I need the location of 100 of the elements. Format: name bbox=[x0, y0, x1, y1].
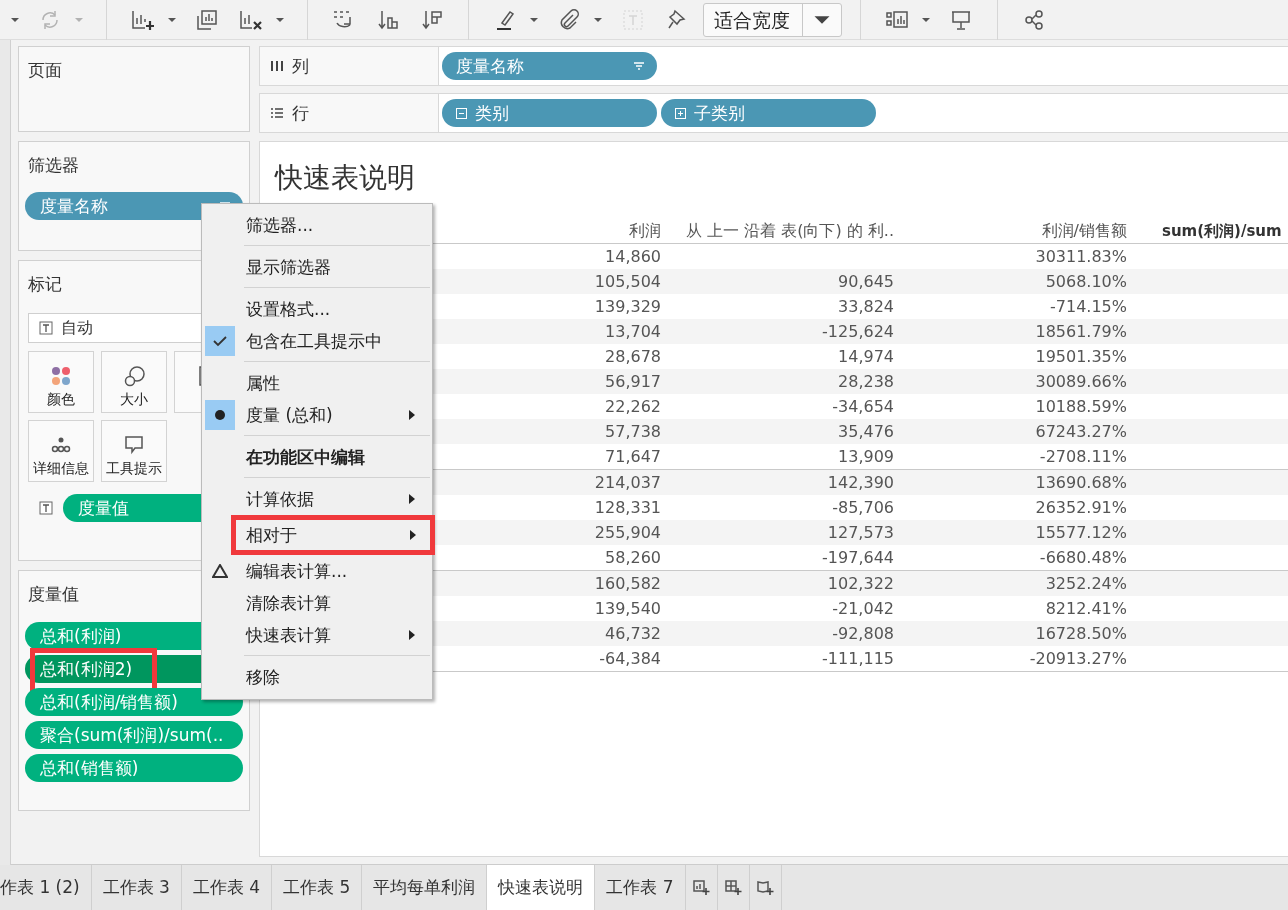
table-cell-text: -92,808 bbox=[831, 624, 894, 643]
table-cell-text: -20913.27% bbox=[1028, 649, 1127, 668]
bar-chart-plus-icon bbox=[131, 8, 155, 31]
pill-label: 度量值 bbox=[78, 496, 130, 520]
table-cell-text: 18561.79% bbox=[1034, 322, 1127, 341]
table-cell-text: 8212.41% bbox=[1044, 599, 1127, 618]
sheet-tab[interactable]: 作表 1 (2) bbox=[0, 865, 92, 910]
table-cell-text: 13690.68% bbox=[1034, 473, 1127, 492]
pill-label: 度量名称 bbox=[40, 194, 109, 218]
table-cell-text: 214,037 bbox=[593, 473, 661, 492]
menu-item[interactable]: 相对于 bbox=[231, 515, 435, 555]
table-cell-text: -6680.48% bbox=[1038, 548, 1127, 567]
table-cell-text: -125,624 bbox=[821, 322, 894, 341]
table-cell-text: 13,704 bbox=[604, 322, 661, 341]
dropdown-value: 适合宽度 bbox=[704, 3, 803, 36]
sort-icon bbox=[633, 61, 645, 71]
table-cell-text: 14,974 bbox=[837, 347, 894, 366]
table-cell-text: 30311.83% bbox=[1034, 247, 1127, 266]
new-dashboard-icon bbox=[724, 879, 742, 896]
presentation-icon bbox=[950, 8, 972, 31]
table-cell-text: 57,738 bbox=[604, 422, 661, 441]
table-cell-text: 71,647 bbox=[604, 447, 661, 466]
triangle-icon bbox=[212, 564, 228, 578]
sheet-title: 快速表说明 bbox=[275, 160, 415, 196]
table-cell-text: 102,322 bbox=[826, 574, 894, 593]
table-cell-text: -197,644 bbox=[821, 548, 894, 567]
table-cell-text: 15577.12% bbox=[1034, 523, 1127, 542]
table-cell-text: 16728.50% bbox=[1034, 624, 1127, 643]
new-story-icon bbox=[756, 879, 774, 896]
card-title: 筛选器 bbox=[28, 154, 79, 177]
table-cell-text: -34,654 bbox=[831, 397, 894, 416]
table-cell-text: -2708.11% bbox=[1038, 447, 1127, 466]
menu-item[interactable]: 清除表计算 bbox=[202, 587, 432, 619]
table-cell-text: 3252.24% bbox=[1044, 574, 1127, 593]
column-header: sum(利润)/sum bbox=[1161, 221, 1282, 241]
table-cell-text: 255,904 bbox=[593, 523, 661, 542]
shelf-label: 行 bbox=[292, 101, 309, 125]
menu-item[interactable]: 编辑表计算... bbox=[202, 555, 432, 587]
pill-label: 总和(利润2) bbox=[40, 657, 134, 681]
card-title: 页面 bbox=[28, 59, 62, 82]
column-header: 利润/销售额 bbox=[1040, 220, 1127, 242]
table-cell-text: 67243.27% bbox=[1034, 422, 1127, 441]
caret-icon bbox=[921, 16, 931, 23]
mark-button[interactable]: 工具提示 bbox=[101, 420, 167, 482]
table-cell-text: -21,042 bbox=[831, 599, 894, 618]
mark-button[interactable]: 大小 bbox=[101, 351, 167, 413]
table-cell-text: 22,262 bbox=[604, 397, 661, 416]
sort-ascending-icon bbox=[377, 8, 399, 31]
circles-icon bbox=[123, 366, 145, 387]
table-cell-text: 58,260 bbox=[604, 548, 661, 567]
table-cell-text: 46,732 bbox=[604, 624, 661, 643]
caret-icon bbox=[74, 16, 84, 23]
text-mark-icon bbox=[39, 321, 53, 335]
table-cell-text: 105,504 bbox=[593, 272, 661, 291]
highlighter-icon bbox=[495, 8, 515, 31]
menu-item[interactable]: 在功能区中编辑 bbox=[202, 441, 432, 473]
caret-icon bbox=[10, 16, 20, 23]
table-cell-text: 33,824 bbox=[837, 297, 894, 316]
text-box-icon bbox=[622, 8, 644, 31]
text-mark-icon bbox=[39, 501, 53, 515]
color-dots-icon bbox=[50, 366, 72, 387]
mark-button[interactable]: 颜色 bbox=[28, 351, 94, 413]
bar-chart-x-icon bbox=[239, 8, 263, 31]
pill-label: 总和(利润) bbox=[40, 624, 123, 648]
menu-item[interactable]: 显示筛选器 bbox=[202, 251, 432, 283]
chart-grid-icon bbox=[886, 9, 908, 30]
table-cell-text: 28,678 bbox=[604, 347, 661, 366]
table-cell-text: 139,329 bbox=[593, 297, 661, 316]
dropdown-value: 自动 bbox=[61, 317, 93, 339]
pill-label: 聚合(sum(利润)/sum(.. bbox=[40, 723, 225, 747]
menu-item[interactable]: 度量 (总和) bbox=[202, 399, 432, 431]
caret-icon bbox=[593, 16, 603, 23]
table-cell-text: 35,476 bbox=[837, 422, 894, 441]
table-cell-text: 14,860 bbox=[604, 247, 661, 266]
speech-bubble-icon bbox=[123, 435, 145, 456]
pill-label: 总和(利润/销售额) bbox=[40, 690, 179, 714]
rows-icon bbox=[270, 107, 284, 119]
paperclip-icon bbox=[559, 8, 579, 31]
mark-button[interactable]: 详细信息 bbox=[28, 420, 94, 482]
refresh-icon bbox=[39, 8, 61, 31]
sheet-tab[interactable]: 快速表说明 bbox=[487, 865, 596, 910]
table-cell-text: 5068.10% bbox=[1044, 272, 1127, 291]
caret-icon bbox=[529, 16, 539, 23]
table-cell-text: 160,582 bbox=[593, 574, 661, 593]
card-title: 标记 bbox=[28, 273, 62, 296]
table-cell-text: 28,238 bbox=[837, 372, 894, 391]
table-cell-text: 26352.91% bbox=[1034, 498, 1127, 517]
table-cell-text: 10188.59% bbox=[1034, 397, 1127, 416]
table-cell-text: 30089.66% bbox=[1034, 372, 1127, 391]
shelf-label: 列 bbox=[292, 54, 309, 78]
menu-item[interactable]: 属性 bbox=[202, 367, 432, 399]
caret-icon bbox=[275, 16, 285, 23]
table-cell-text: 142,390 bbox=[826, 473, 894, 492]
caret-icon bbox=[167, 16, 177, 23]
table-cell-text: 127,573 bbox=[826, 523, 894, 542]
table-cell-text: -714.15% bbox=[1049, 297, 1127, 316]
table-cell-text: -64,384 bbox=[598, 649, 661, 668]
sort-descending-icon bbox=[421, 8, 443, 31]
fit-dropdown[interactable]: 适合宽度 bbox=[703, 2, 842, 37]
table-cell-text: 13,909 bbox=[837, 447, 894, 466]
